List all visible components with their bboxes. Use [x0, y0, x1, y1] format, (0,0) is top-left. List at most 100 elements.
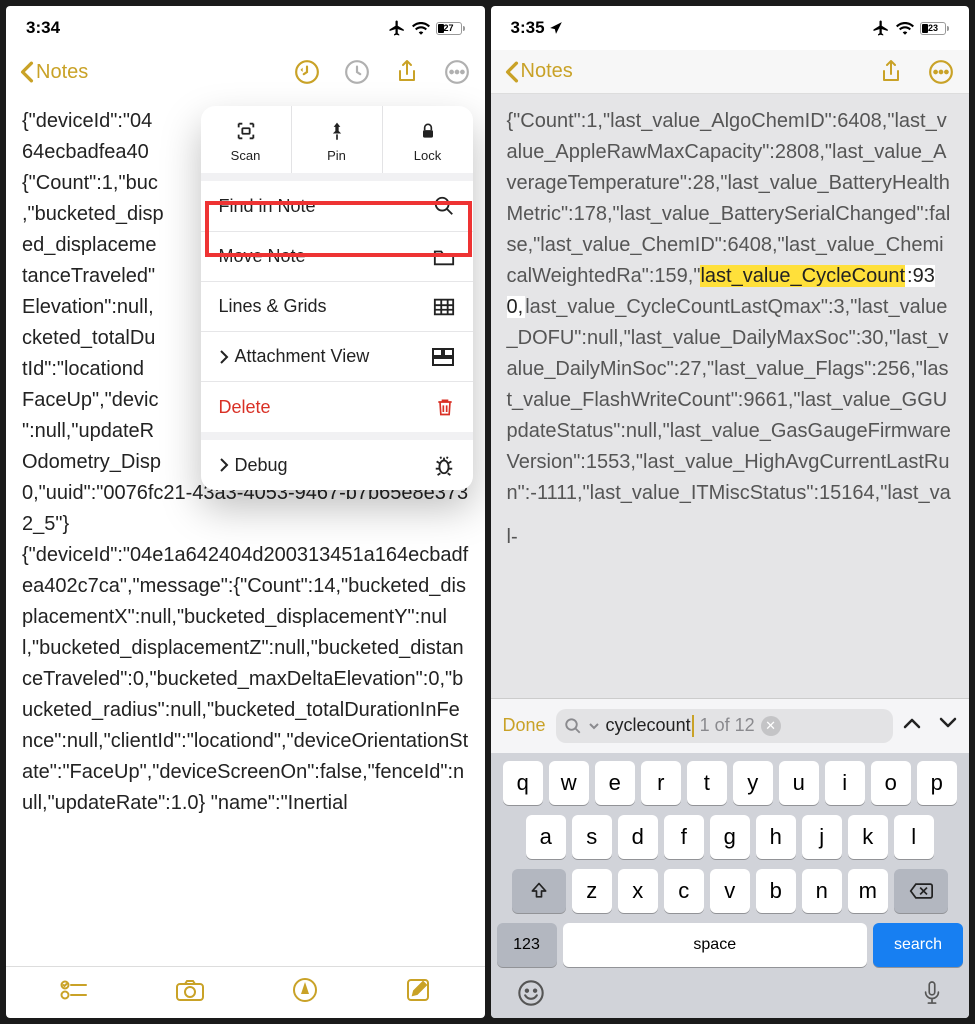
key-f[interactable]: f: [664, 815, 704, 859]
key-h[interactable]: h: [756, 815, 796, 859]
done-button[interactable]: Done: [503, 715, 546, 736]
key-m[interactable]: m: [848, 869, 888, 913]
key-b[interactable]: b: [756, 869, 796, 913]
chevron-right-icon: [219, 349, 229, 365]
emoji-key[interactable]: [517, 979, 545, 1012]
clear-search-button[interactable]: ✕: [761, 716, 781, 736]
more-icon[interactable]: [443, 58, 471, 86]
folder-icon: [433, 247, 455, 267]
redo-icon: [343, 58, 371, 86]
key-u[interactable]: u: [779, 761, 819, 805]
key-l[interactable]: l: [894, 815, 934, 859]
key-z[interactable]: z: [572, 869, 612, 913]
note-text-pre: {"Count":1,"last_value_AlgoChemID":6408,…: [507, 110, 951, 287]
share-icon[interactable]: [877, 58, 905, 86]
move-label: Move Note: [219, 246, 306, 267]
airplane-icon: [872, 19, 890, 37]
search-query: cyclecount: [606, 715, 694, 737]
match-count: 1 of 12: [700, 715, 755, 736]
key-i[interactable]: i: [825, 761, 865, 805]
compose-icon[interactable]: [405, 977, 431, 1008]
phone-right-screenshot: 3:35 23 Notes {"Count":1,"last_value_: [491, 6, 970, 1018]
delete-key[interactable]: [894, 869, 948, 913]
kb-row-2: asdfghjkl: [495, 815, 966, 859]
key-k[interactable]: k: [848, 815, 888, 859]
delete-label: Delete: [219, 397, 271, 418]
undo-icon[interactable]: [293, 58, 321, 86]
lock-button[interactable]: Lock: [383, 106, 473, 173]
find-bar: Done cyclecount 1 of 12 ✕: [491, 698, 970, 753]
status-bar: 3:35 23: [491, 6, 970, 50]
key-p[interactable]: p: [917, 761, 957, 805]
location-icon: [549, 21, 563, 35]
back-button[interactable]: Notes: [505, 60, 573, 83]
grid-icon: [433, 297, 455, 317]
trash-icon: [435, 396, 455, 418]
back-button[interactable]: Notes: [20, 61, 88, 84]
key-s[interactable]: s: [572, 815, 612, 859]
scan-button[interactable]: Scan: [201, 106, 292, 173]
debug-button[interactable]: Debug: [201, 440, 473, 490]
scan-label: Scan: [231, 148, 261, 163]
attach-label: Attachment View: [235, 346, 370, 367]
space-key[interactable]: space: [563, 923, 868, 967]
key-t[interactable]: t: [687, 761, 727, 805]
chevron-right-icon: [219, 457, 229, 473]
pin-button[interactable]: Pin: [292, 106, 383, 173]
pin-label: Pin: [327, 148, 346, 163]
status-time: 3:34: [26, 18, 60, 38]
attachment-view-button[interactable]: Attachment View: [201, 332, 473, 382]
bug-icon: [433, 454, 455, 476]
key-v[interactable]: v: [710, 869, 750, 913]
search-key[interactable]: search: [873, 923, 963, 967]
key-o[interactable]: o: [871, 761, 911, 805]
keyboard: qwertyuiop asdfghjkl zxcvbnm 123 space s…: [491, 753, 970, 1018]
key-n[interactable]: n: [802, 869, 842, 913]
airplane-icon: [388, 19, 406, 37]
kb-row-3: zxcvbnm: [495, 869, 966, 913]
back-label: Notes: [36, 61, 88, 84]
back-label: Notes: [521, 60, 573, 83]
bottom-toolbar: [6, 966, 485, 1018]
key-a[interactable]: a: [526, 815, 566, 859]
key-j[interactable]: j: [802, 815, 842, 859]
key-y[interactable]: y: [733, 761, 773, 805]
more-icon[interactable]: [927, 58, 955, 86]
nav-bar: Notes: [491, 50, 970, 94]
key-c[interactable]: c: [664, 869, 704, 913]
note-content[interactable]: {"Count":1,"last_value_AlgoChemID":6408,…: [491, 94, 970, 698]
key-d[interactable]: d: [618, 815, 658, 859]
battery-icon: 27: [436, 22, 465, 35]
dictation-key[interactable]: [921, 979, 943, 1012]
key-r[interactable]: r: [641, 761, 681, 805]
find-in-note-button[interactable]: Find in Note: [201, 181, 473, 232]
lines-grids-button[interactable]: Lines & Grids: [201, 282, 473, 332]
lines-label: Lines & Grids: [219, 296, 327, 317]
key-e[interactable]: e: [595, 761, 635, 805]
note-text-post: last_value_CycleCountLastQmax":3,"last_v…: [507, 296, 951, 548]
key-x[interactable]: x: [618, 869, 658, 913]
checklist-icon[interactable]: [60, 979, 88, 1006]
share-icon[interactable]: [393, 58, 421, 86]
chevron-down-icon[interactable]: [588, 720, 600, 732]
status-time: 3:35: [511, 18, 545, 38]
find-field[interactable]: cyclecount 1 of 12 ✕: [556, 709, 893, 743]
numeric-key[interactable]: 123: [497, 923, 557, 967]
shift-key[interactable]: [512, 869, 566, 913]
key-q[interactable]: q: [503, 761, 543, 805]
find-label: Find in Note: [219, 196, 316, 217]
status-bar: 3:34 27: [6, 6, 485, 50]
magnify-icon: [433, 195, 455, 217]
key-g[interactable]: g: [710, 815, 750, 859]
markup-icon[interactable]: [292, 977, 318, 1008]
next-match-button[interactable]: [939, 716, 957, 735]
kb-row-1: qwertyuiop: [495, 761, 966, 805]
prev-match-button[interactable]: [903, 716, 921, 735]
debug-label: Debug: [235, 455, 288, 476]
search-match-highlight: last_value_CycleCount: [700, 265, 905, 287]
key-w[interactable]: w: [549, 761, 589, 805]
delete-button[interactable]: Delete: [201, 382, 473, 432]
move-note-button[interactable]: Move Note: [201, 232, 473, 282]
lock-label: Lock: [414, 148, 441, 163]
camera-icon[interactable]: [175, 978, 205, 1007]
